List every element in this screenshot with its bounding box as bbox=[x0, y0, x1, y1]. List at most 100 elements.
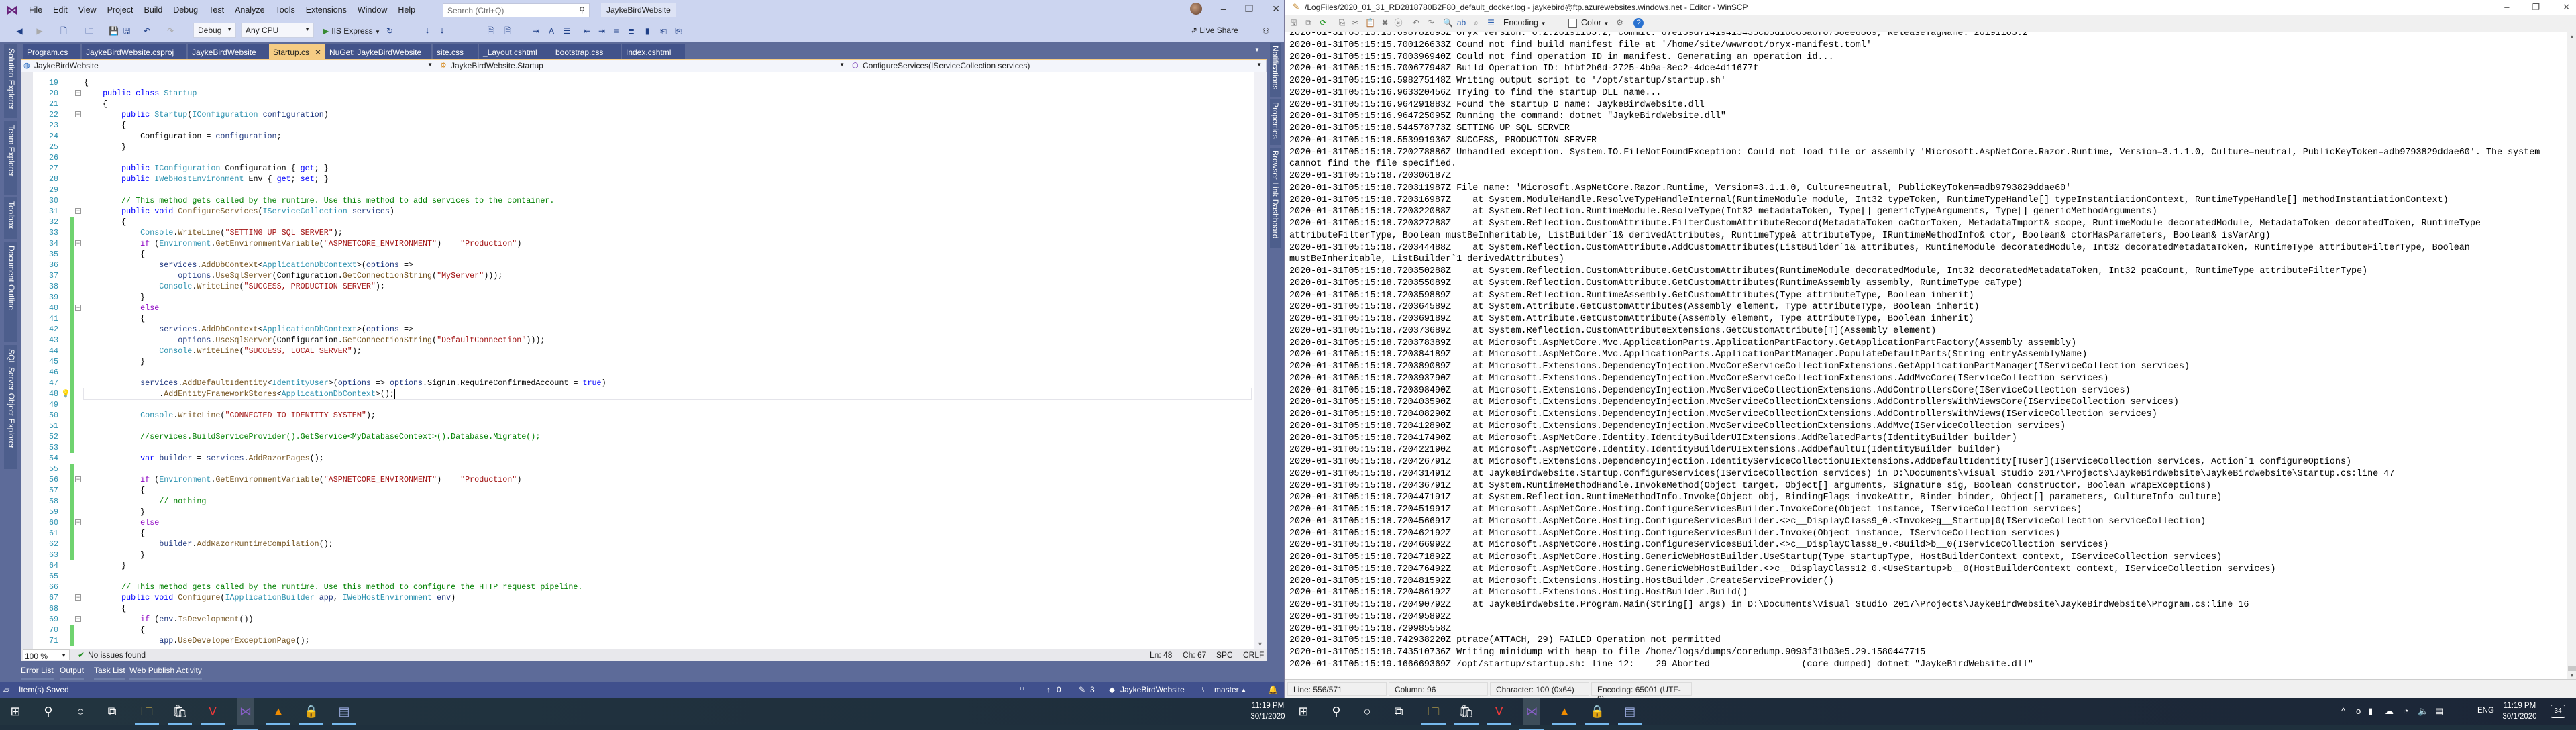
project-dropdown[interactable]: ◍ JaykeBirdWebsite ▼ bbox=[21, 60, 437, 72]
keyboard-icon[interactable]: ▤ bbox=[2435, 706, 2443, 717]
menu-analyze[interactable]: Analyze bbox=[229, 5, 270, 15]
collapse-icon[interactable]: − bbox=[75, 240, 81, 246]
volume-icon[interactable]: 🔈 bbox=[2418, 706, 2428, 717]
menu-help[interactable]: Help bbox=[392, 5, 421, 15]
collapse-icon[interactable]: − bbox=[75, 90, 81, 96]
tab-site-css[interactable]: site.css bbox=[433, 44, 478, 60]
minimize-icon[interactable]: – bbox=[2504, 2, 2509, 13]
code-line[interactable]: 60 − else bbox=[21, 517, 1254, 528]
code-line[interactable]: 31 − public void ConfigureServices(IServi… bbox=[21, 206, 1254, 217]
save-icon[interactable]: 💾 bbox=[109, 26, 119, 36]
language-indicator[interactable]: ENG bbox=[2477, 707, 2494, 715]
live-share-button[interactable]: ⇗ Live Share bbox=[1191, 25, 1238, 35]
replace-icon[interactable]: ab bbox=[1456, 18, 1466, 28]
member-dropdown[interactable]: ⬡ ConfigureServices(IServiceCollection se… bbox=[849, 60, 1267, 72]
scroll-thumb[interactable] bbox=[2568, 666, 2576, 671]
reload-icon[interactable]: ⟳ bbox=[1318, 18, 1328, 28]
visual-studio-icon[interactable]: ⋈ bbox=[1519, 698, 1544, 730]
code-line[interactable]: 35 { bbox=[21, 249, 1254, 260]
tool-tab-properties[interactable]: Properties bbox=[1270, 99, 1281, 145]
minimize-icon[interactable]: – bbox=[1221, 3, 1226, 14]
tab--layout-cshtml[interactable]: _Layout.cshtml bbox=[479, 44, 551, 60]
code-line[interactable]: 42 services.AddDbContext<ApplicationDbCo… bbox=[21, 324, 1254, 335]
tray-overflow-icon[interactable]: ^ bbox=[2341, 706, 2345, 716]
code-line[interactable]: 53 bbox=[21, 442, 1254, 453]
tool-tab-solution-explorer[interactable]: Solution Explorer bbox=[4, 44, 17, 118]
tab-jaykebirdwebsite-csproj[interactable]: JaykeBirdWebsite.csproj bbox=[82, 44, 186, 60]
code-line[interactable]: 30 // This method gets called by the run… bbox=[21, 195, 1254, 206]
winscp-icon[interactable]: 🔒 bbox=[299, 703, 323, 725]
code-line[interactable]: 44 Console.WriteLine("SUCCESS, LOCAL SER… bbox=[21, 346, 1254, 356]
color-checkbox[interactable] bbox=[1568, 19, 1577, 28]
tab-nuget-jaykebirdwebsite[interactable]: NuGet: JaykeBirdWebsite bbox=[325, 44, 431, 60]
close-tab-icon[interactable]: ✕ bbox=[315, 48, 321, 57]
vertical-scrollbar[interactable]: ▲ ▼ bbox=[2567, 32, 2576, 679]
platform-dropdown[interactable]: Any CPU ▼ bbox=[241, 23, 314, 38]
tool-tab-document-outline[interactable]: Document Outline bbox=[4, 242, 17, 342]
code-line[interactable]: 67 − public void Configure(IApplicationBu… bbox=[21, 592, 1254, 603]
microsoft-store-icon[interactable]: 🛍 bbox=[168, 703, 192, 725]
onedrive-icon[interactable]: ☁ bbox=[2385, 706, 2394, 717]
vlc-icon[interactable]: ▲ bbox=[1552, 703, 1577, 725]
close-icon[interactable]: ✕ bbox=[1272, 3, 1280, 15]
zoom-dropdown[interactable]: 100 % ▼ bbox=[23, 649, 70, 661]
code-line[interactable]: 34 − if (Environment.GetEnvironmentVariab… bbox=[21, 238, 1254, 249]
file-explorer-icon[interactable]: 🗀 bbox=[1421, 703, 1446, 725]
list-icon[interactable]: ☰ bbox=[562, 26, 572, 36]
scroll-up-icon[interactable]: ▲ bbox=[2569, 34, 2575, 40]
menu-window[interactable]: Window bbox=[352, 5, 392, 15]
step-over-icon[interactable]: ⤓ bbox=[437, 26, 447, 36]
branch-name[interactable]: master bbox=[1214, 685, 1239, 694]
collapse-icon[interactable]: − bbox=[75, 616, 81, 622]
code-line[interactable]: 68 { bbox=[21, 603, 1254, 614]
code-line[interactable]: 66 // This method gets called by the run… bbox=[21, 582, 1254, 592]
tool-tab-team-explorer[interactable]: Team Explorer bbox=[4, 121, 17, 195]
add-item-icon[interactable]: 🗀 bbox=[85, 26, 94, 36]
menu-test[interactable]: Test bbox=[203, 5, 229, 15]
vivaldi-icon[interactable]: V bbox=[201, 703, 225, 725]
collapse-icon[interactable]: − bbox=[75, 519, 81, 525]
repository-name[interactable]: JaykeBirdWebsite bbox=[1120, 685, 1185, 694]
notepad-icon[interactable]: ▤ bbox=[332, 703, 356, 725]
code-line[interactable]: 22 − public Startup(IConfiguration config… bbox=[21, 109, 1254, 120]
cortana-icon[interactable]: ○ bbox=[72, 703, 89, 719]
issues-indicator[interactable]: No issues found bbox=[88, 650, 146, 660]
code-line[interactable]: 24 Configuration = configuration; bbox=[21, 131, 1254, 142]
code-line[interactable]: 20 − public class Startup bbox=[21, 88, 1254, 99]
collapse-icon[interactable]: − bbox=[75, 208, 81, 214]
wifi-icon[interactable]: ◔ bbox=[2404, 706, 2409, 716]
log-text-area[interactable]: 2020-01-31T05:15:15.698782895Z Oryx Vers… bbox=[1285, 32, 2567, 679]
vertical-scrollbar[interactable]: ▼ bbox=[1254, 72, 1267, 649]
code-line[interactable]: 23 { bbox=[21, 120, 1254, 131]
tab-output[interactable]: Output bbox=[60, 666, 85, 680]
find-icon[interactable]: 🔍 bbox=[1443, 18, 1453, 28]
git-compare-icon[interactable]: ⑂ bbox=[1020, 685, 1024, 694]
code-line[interactable]: 36 services.AddDbContext<ApplicationDbCo… bbox=[21, 260, 1254, 270]
code-line[interactable]: 59 } bbox=[21, 507, 1254, 517]
code-line[interactable]: 39 } bbox=[21, 292, 1254, 303]
search-input[interactable]: Search (Ctrl+Q) ⚲ bbox=[443, 3, 590, 17]
code-line[interactable]: 62 builder.AddRazorRuntimeCompilation(); bbox=[21, 539, 1254, 550]
run-button[interactable]: ▶ IIS Express ▼ bbox=[323, 26, 380, 36]
tab-error-list[interactable]: Error List bbox=[21, 666, 54, 680]
code-line[interactable]: 58 // nothing bbox=[21, 496, 1254, 507]
menu-project[interactable]: Project bbox=[102, 5, 139, 15]
bell-icon[interactable]: 🔔 bbox=[1268, 685, 1278, 694]
tab-bootstrap-css[interactable]: bootstrap.css bbox=[551, 44, 621, 60]
code-line[interactable]: 56 − if (Environment.GetEnvironmentVariab… bbox=[21, 474, 1254, 485]
code-line[interactable]: 49 bbox=[21, 399, 1254, 410]
menu-view[interactable]: View bbox=[73, 5, 102, 15]
menu-edit[interactable]: Edit bbox=[48, 5, 73, 15]
code-line[interactable]: 19 { bbox=[21, 77, 1254, 88]
redo-icon[interactable]: ↷ bbox=[1426, 18, 1436, 28]
tab-jaykebirdwebsite[interactable]: JaykeBirdWebsite bbox=[188, 44, 269, 60]
save-all-icon[interactable]: 🖫 bbox=[122, 26, 131, 36]
code-line[interactable]: 71 app.UseDeveloperExceptionPage(); bbox=[21, 635, 1254, 646]
select-all-icon[interactable]: ⓐ bbox=[1393, 18, 1403, 28]
clock-secondary[interactable]: 11:19 PM 30/1/2020 bbox=[2501, 700, 2538, 722]
document-icon[interactable]: 🗎 bbox=[503, 26, 513, 36]
pending-changes[interactable]: 3 bbox=[1090, 685, 1095, 694]
microsoft-store-icon[interactable]: 🛍 bbox=[1454, 703, 1479, 725]
maximize-icon[interactable]: ❐ bbox=[1245, 3, 1254, 15]
code-line[interactable]: 37 options.UseSqlServer(Configuration.Ge… bbox=[21, 270, 1254, 281]
